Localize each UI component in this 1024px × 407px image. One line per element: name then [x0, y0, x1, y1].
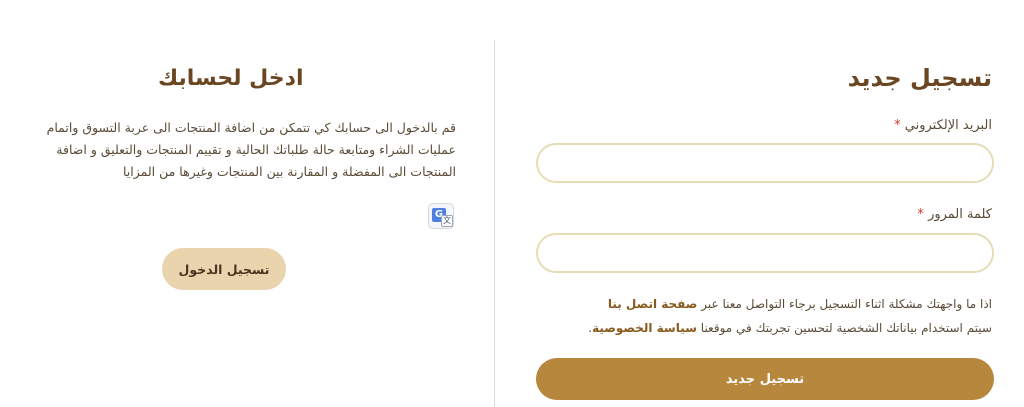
contact-note-text: اذا ما واجهتك مشكلة اثناء التسجيل برجاء …	[701, 297, 992, 311]
column-divider	[494, 40, 495, 407]
register-section: تسجيل جديد البريد الإلكتروني * كلمة المر…	[520, 0, 1000, 407]
privacy-policy-link[interactable]: سياسة الخصوصية	[592, 321, 697, 335]
login-description-line: عمليات الشراء ومتابعة حالة طلباتك الحالي…	[56, 142, 456, 157]
required-mark: *	[917, 207, 924, 222]
email-label: البريد الإلكتروني *	[890, 118, 992, 133]
login-description-line: المنتجات الى المفضلة و المقارنة بين المن…	[122, 164, 456, 179]
password-input[interactable]	[536, 233, 994, 273]
contact-page-link[interactable]: صفحة اتصل بنا	[608, 297, 698, 311]
contact-note: اذا ما واجهتك مشكلة اثناء التسجيل برجاء …	[522, 297, 992, 311]
email-input[interactable]	[536, 143, 994, 183]
privacy-note-text: سيتم استخدام بياناتك الشخصية لتحسين تجرب…	[700, 321, 992, 335]
privacy-note: سيتم استخدام بياناتك الشخصية لتحسين تجرب…	[522, 321, 992, 335]
login-button[interactable]: تسجيل الدخول	[162, 248, 286, 290]
register-button[interactable]: تسجيل جديد	[536, 358, 994, 400]
login-section: ادخل لحسابك قم بالدخول الى حسابك كي تتمك…	[0, 0, 494, 407]
login-description: قم بالدخول الى حسابك كي تتمكن من اضافة ا…	[16, 117, 456, 183]
login-title: ادخل لحسابك	[158, 66, 304, 91]
translate-a-glyph: 文	[441, 215, 453, 227]
register-title: تسجيل جديد	[847, 64, 992, 92]
email-label-text: البريد الإلكتروني	[904, 118, 992, 133]
login-description-line: قم بالدخول الى حسابك كي تتمكن من اضافة ا…	[46, 120, 456, 135]
password-label: كلمة المرور *	[913, 207, 992, 222]
google-translate-icon[interactable]: G 文	[428, 203, 454, 229]
password-label-text: كلمة المرور	[928, 207, 992, 222]
required-mark: *	[894, 118, 901, 133]
